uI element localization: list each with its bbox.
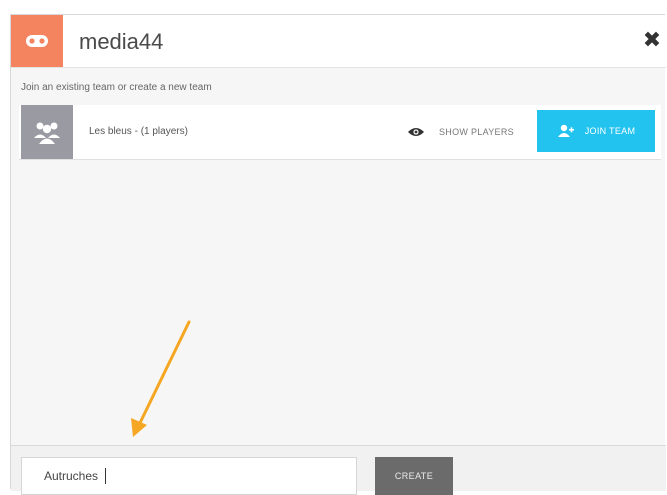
team-avatar	[21, 105, 73, 159]
show-players-label: SHOW PLAYERS	[439, 127, 514, 137]
join-team-button[interactable]: JOIN TEAM	[537, 110, 655, 152]
instruction-text: Join an existing team or create a new te…	[21, 82, 212, 93]
dialog-header: media44 ✖	[11, 15, 666, 68]
team-name: Les bleus - (1 players)	[89, 126, 188, 137]
app-logo	[11, 15, 63, 67]
close-icon[interactable]: ✖	[641, 27, 663, 53]
text-caret	[105, 468, 106, 484]
add-user-icon	[557, 124, 574, 137]
eye-icon	[408, 128, 424, 136]
dialog-title: media44	[79, 29, 164, 54]
create-button[interactable]: CREATE	[375, 457, 453, 495]
team-name-input[interactable]	[21, 457, 357, 495]
create-team-footer: CREATE	[11, 445, 666, 495]
team-dialog: media44 ✖ Join an existing team or creat…	[10, 14, 666, 495]
gamepad-icon	[26, 35, 48, 47]
team-row: Les bleus - (1 players) SHOW PLAYERS JOI…	[19, 105, 661, 160]
join-team-label: JOIN TEAM	[584, 126, 636, 136]
show-players-link[interactable]: SHOW PLAYERS	[407, 122, 514, 142]
group-icon	[34, 122, 60, 144]
